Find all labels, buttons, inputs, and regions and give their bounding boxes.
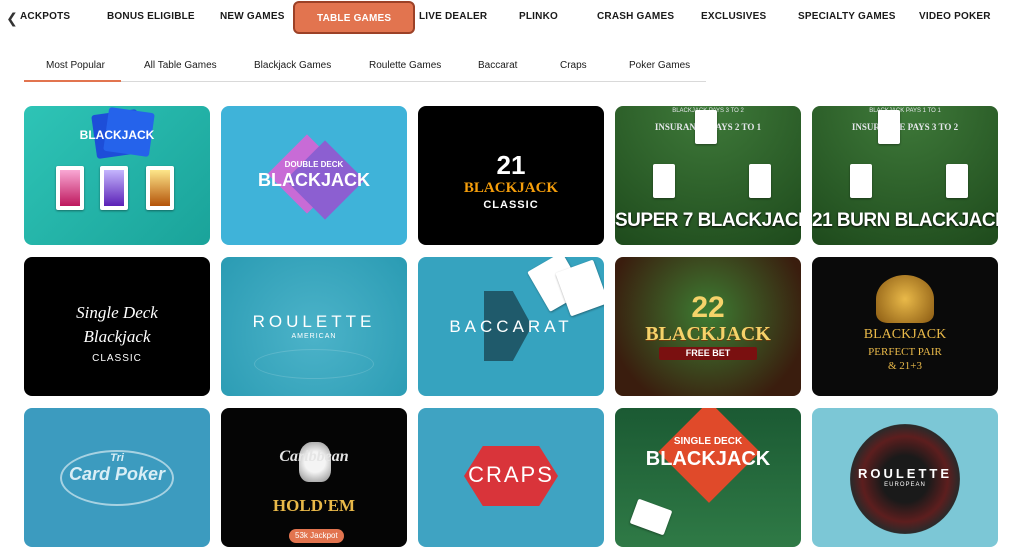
game-tile-single-deck-blackjack[interactable]: SINGLE DECK BLACKJACK: [615, 408, 801, 547]
game-title: BLACKJACK: [645, 323, 771, 345]
game-title: SUPER 7 BLACKJACK: [615, 210, 801, 231]
playing-card: [878, 110, 900, 144]
game-tile-22-blackjack-free-bet[interactable]: 22 BLACKJACK FREE BET: [615, 257, 801, 396]
category-new-games[interactable]: NEW GAMES: [220, 11, 285, 22]
game-title: BLACKJACK: [79, 128, 155, 142]
subcategory-tabs: Most Popular All Table Games Blackjack G…: [24, 52, 706, 82]
felt-text: INSURANCE PAYS 3 TO 2: [851, 122, 959, 132]
game-title: ROULETTE: [252, 312, 376, 331]
felt-text: BLACKJACK PAYS 1 TO 1: [869, 108, 941, 114]
tab-roulette-games[interactable]: Roulette Games: [369, 60, 441, 71]
game-subtitle: Caribbean: [279, 448, 349, 465]
tab-baccarat[interactable]: Baccarat: [478, 60, 517, 71]
game-subtitle: EUROPEAN: [884, 482, 926, 488]
game-tile-roulette-american[interactable]: ROULETTE AMERICAN: [221, 257, 407, 396]
game-title: BLACKJACK: [258, 170, 370, 190]
game-number: 22: [691, 291, 725, 324]
game-title: Card Poker: [68, 464, 166, 484]
game-tile-caribbean-holdem[interactable]: Caribbean HOLD'EM 53k Jackpot: [221, 408, 407, 547]
game-number: 21: [496, 150, 526, 180]
game-tile-baccarat[interactable]: BACCARAT: [418, 257, 604, 396]
game-subtitle: SINGLE DECK: [673, 436, 743, 447]
category-plinko[interactable]: PLINKO: [519, 11, 558, 22]
category-specialty-games[interactable]: SPECIALTY GAMES: [798, 11, 896, 22]
playing-card: [946, 164, 968, 198]
game-title: 21 BURN BLACKJACK: [812, 210, 998, 231]
jackpot-badge: 53k Jackpot: [289, 529, 344, 543]
game-tile-21-blackjack-classic[interactable]: 21 BLACKJACK CLASSIC: [418, 106, 604, 245]
game-tile-craps[interactable]: CRAPS: [418, 408, 604, 547]
playing-card: [749, 164, 771, 198]
tab-blackjack-games[interactable]: Blackjack Games: [254, 60, 331, 71]
playing-card: [629, 498, 673, 536]
game-title: CRAPS: [468, 462, 554, 487]
game-title: BLACKJACK: [863, 327, 947, 342]
game-subtitle: DOUBLE DECK: [284, 160, 344, 169]
playing-card: [850, 164, 872, 198]
tab-poker-games[interactable]: Poker Games: [629, 60, 690, 71]
playing-card-king: [100, 166, 128, 210]
chevron-left-icon[interactable]: ❮: [4, 9, 20, 27]
game-subtitle: Tri: [110, 452, 124, 464]
tab-most-popular[interactable]: Most Popular: [46, 60, 105, 71]
tab-craps[interactable]: Craps: [560, 60, 587, 71]
category-crash-games[interactable]: CRASH GAMES: [597, 11, 674, 22]
game-subtitle: Single Deck: [76, 303, 158, 322]
category-live-dealer[interactable]: LIVE DEALER: [419, 11, 487, 22]
category-table-games[interactable]: TABLE GAMES: [293, 1, 416, 34]
category-bonus-eligible[interactable]: BONUS ELIGIBLE: [107, 11, 195, 22]
game-tile-single-deck-blackjack-classic[interactable]: Single Deck Blackjack CLASSIC: [24, 257, 210, 396]
category-exclusives[interactable]: EXCLUSIVES: [701, 11, 766, 22]
game-subtitle: CLASSIC: [92, 353, 142, 364]
game-title: HOLD'EM: [272, 496, 356, 515]
playing-card: [695, 110, 717, 144]
game-tile-21-burn-blackjack[interactable]: BLACKJACK PAYS 1 TO 1 INSURANCE PAYS 3 T…: [812, 106, 998, 245]
game-subtitle: & 21+3: [887, 360, 922, 372]
playing-card: [653, 164, 675, 198]
game-subtitle: CLASSIC: [483, 199, 539, 211]
game-subtitle: FREE BET: [685, 348, 731, 358]
tab-all-table-games[interactable]: All Table Games: [144, 60, 217, 71]
category-jackpots[interactable]: ACKPOTS: [20, 11, 70, 22]
game-tile-super-7-blackjack[interactable]: BLACKJACK PAYS 3 TO 2 INSURANCE PAYS 2 T…: [615, 106, 801, 245]
game-title: BLACKJACK: [645, 448, 771, 470]
game-tile-blackjack[interactable]: BLACKJACK: [24, 106, 210, 245]
game-tile-roulette-european[interactable]: ROULETTE EUROPEAN: [812, 408, 998, 547]
category-video-poker[interactable]: VIDEO POKER: [919, 11, 991, 22]
dragon-icon: [876, 275, 934, 323]
playing-card-queen: [56, 166, 84, 210]
game-tile-blackjack-perfect-pair[interactable]: BLACKJACK PERFECT PAIR & 21+3: [812, 257, 998, 396]
active-tab-indicator: [24, 80, 121, 82]
game-subtitle: PERFECT PAIR: [868, 346, 942, 358]
category-nav: ❮ ACKPOTS BONUS ELIGIBLE NEW GAMES TABLE…: [0, 0, 1024, 36]
game-tile-tri-card-poker[interactable]: Tri Card Poker: [24, 408, 210, 547]
game-subtitle: AMERICAN: [291, 333, 337, 340]
game-tile-double-deck-blackjack[interactable]: DOUBLE DECK BLACKJACK: [221, 106, 407, 245]
game-title: Blackjack: [83, 327, 151, 346]
ripple-graphic: [254, 349, 374, 379]
game-title: BACCARAT: [449, 317, 573, 336]
game-title: BLACKJACK: [463, 180, 559, 196]
playing-card-queen: [146, 166, 174, 210]
game-title: ROULETTE: [857, 466, 953, 481]
